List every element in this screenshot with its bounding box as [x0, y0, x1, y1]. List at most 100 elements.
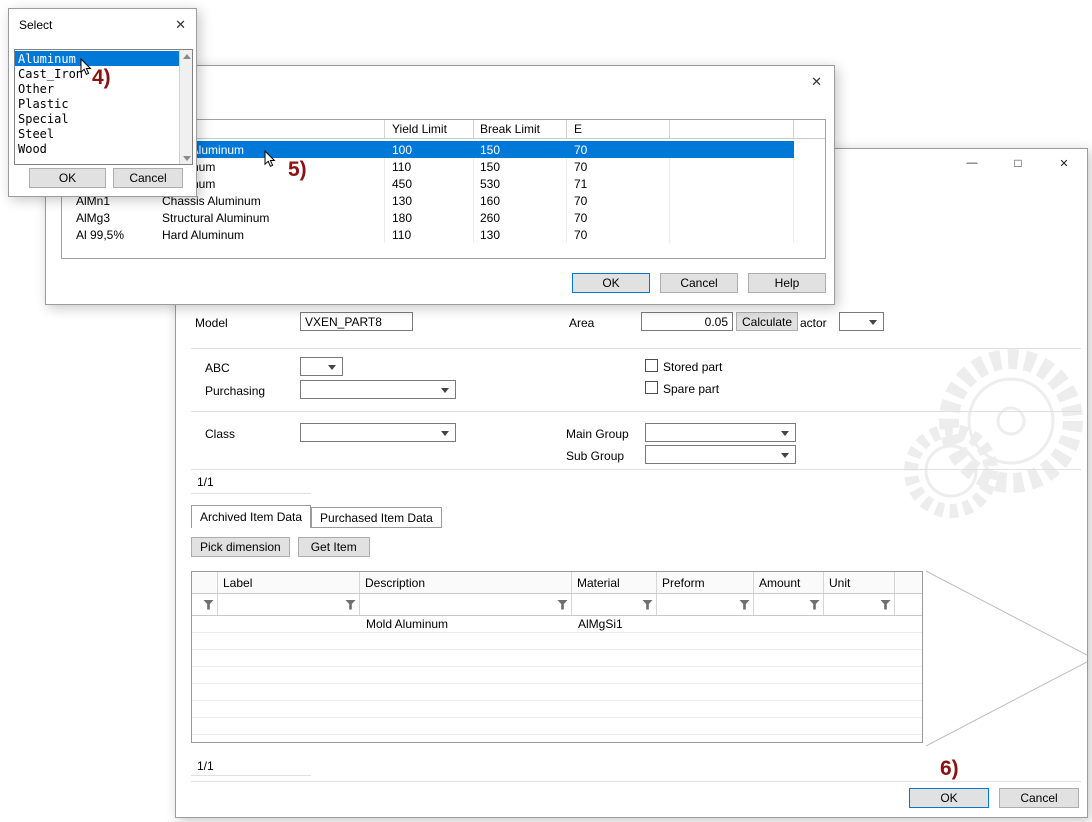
filter-icon[interactable]	[203, 600, 214, 610]
help-button[interactable]: Help	[748, 273, 826, 293]
empty-row	[192, 701, 922, 718]
cancel-button[interactable]: Cancel	[660, 273, 738, 293]
cell-description: Mold Aluminum	[360, 616, 572, 632]
close-icon[interactable]: ✕	[811, 74, 822, 90]
minimize-icon[interactable]: —	[949, 149, 995, 177]
list-item[interactable]: Plastic	[15, 96, 179, 111]
ok-button[interactable]: OK	[29, 168, 106, 188]
ok-button[interactable]: OK	[572, 273, 650, 293]
separator	[191, 348, 1081, 349]
gear-watermark	[876, 349, 1088, 534]
factor-combobox[interactable]	[839, 312, 884, 331]
cell-yield: 110	[385, 158, 474, 175]
filter-icon[interactable]	[809, 600, 820, 610]
factor-label: actor	[800, 315, 827, 331]
empty-row	[192, 650, 922, 667]
separator	[191, 411, 1081, 412]
item-actions: Pick dimension Get Item	[191, 537, 370, 557]
window-controls: — □ ✕	[949, 149, 1087, 177]
ok-button[interactable]: OK	[909, 788, 989, 808]
area-input[interactable]: 0.05	[641, 312, 733, 331]
abc-label: ABC	[205, 360, 230, 376]
column-header-yield-limit[interactable]: Yield Limit	[385, 120, 474, 138]
column-header-label[interactable]: Label	[218, 572, 360, 593]
cursor-icon	[264, 150, 277, 174]
pick-dimension-button[interactable]: Pick dimension	[191, 537, 290, 557]
close-icon[interactable]: ✕	[175, 17, 186, 33]
cell-e: 70	[567, 141, 670, 158]
column-header-extra[interactable]	[670, 120, 794, 138]
area-value: 0.05	[705, 315, 728, 329]
material-row[interactable]: Al 99,5% Hard Aluminum 110 130 70	[62, 226, 825, 243]
table-row[interactable]: Mold Aluminum AlMgSi1	[192, 616, 922, 633]
maximize-icon[interactable]: □	[995, 149, 1041, 177]
main-group-label: Main Group	[566, 426, 629, 442]
cell-yield: 130	[385, 192, 474, 209]
list-item[interactable]: Steel	[15, 126, 179, 141]
cell-code: Al 99,5%	[62, 226, 162, 243]
item-grid-filter-row	[192, 594, 922, 616]
separator	[191, 781, 1081, 782]
scrollbar[interactable]	[179, 50, 192, 164]
separator	[191, 493, 311, 494]
cell-name: Hard Aluminum	[162, 226, 385, 243]
cell-e: 70	[567, 209, 670, 226]
filter-icon[interactable]	[345, 600, 356, 610]
purchasing-combobox[interactable]	[300, 380, 456, 399]
list-item[interactable]: Special	[15, 111, 179, 126]
class-label: Class	[205, 426, 235, 442]
cell-yield: 110	[385, 226, 474, 243]
page-indicator-bottom: 1/1	[197, 759, 214, 773]
material-row[interactable]: AlMg3 Structural Aluminum 180 260 70	[62, 209, 825, 226]
empty-row	[192, 667, 922, 684]
stored-part-checkbox[interactable]	[645, 359, 658, 372]
sub-group-combobox[interactable]	[645, 445, 796, 464]
column-header-amount[interactable]: Amount	[754, 572, 824, 593]
cell-e: 70	[567, 192, 670, 209]
model-input[interactable]: VXEN_PART8	[300, 312, 413, 331]
cell-e: 70	[567, 158, 670, 175]
column-header-break-limit[interactable]: Break Limit	[474, 120, 567, 138]
cell-e: 70	[567, 226, 670, 243]
preview-placeholder	[926, 571, 1088, 746]
cancel-button[interactable]: Cancel	[113, 168, 183, 188]
cell-yield: 100	[385, 141, 474, 158]
filter-icon[interactable]	[739, 600, 750, 610]
scroll-down-icon[interactable]	[180, 152, 193, 164]
tab-purchased-item-data[interactable]: Purchased Item Data	[311, 507, 442, 528]
filter-icon[interactable]	[880, 600, 891, 610]
list-item[interactable]: Aluminum	[15, 51, 179, 66]
separator	[191, 469, 1081, 470]
cancel-button[interactable]: Cancel	[999, 788, 1079, 808]
list-item[interactable]: Wood	[15, 141, 179, 156]
step-4-annotation: 4)	[92, 66, 111, 90]
cell-extra	[670, 226, 794, 243]
column-header-filler	[895, 572, 922, 593]
scroll-up-icon[interactable]	[180, 50, 193, 62]
close-icon[interactable]: ✕	[1041, 149, 1087, 177]
filter-icon[interactable]	[557, 600, 568, 610]
stored-part-label: Stored part	[663, 359, 722, 375]
tab-strip: Archived Item Data Purchased Item Data	[191, 505, 442, 528]
get-item-button[interactable]: Get Item	[298, 537, 370, 557]
page-indicator-top: 1/1	[197, 475, 214, 489]
column-header-preform[interactable]: Preform	[657, 572, 754, 593]
column-header-description[interactable]: Description	[360, 572, 572, 593]
tab-archived-item-data[interactable]: Archived Item Data	[191, 505, 311, 528]
cell-extra	[670, 158, 794, 175]
column-header-e[interactable]: E	[567, 120, 670, 138]
cell-break: 530	[474, 175, 567, 192]
column-header-unit[interactable]: Unit	[824, 572, 895, 593]
cell-e: 71	[567, 175, 670, 192]
class-combobox[interactable]	[300, 423, 456, 442]
spare-part-checkbox[interactable]	[645, 381, 658, 394]
abc-combobox[interactable]	[300, 357, 343, 376]
spare-part-label: Spare part	[663, 381, 719, 397]
calculate-button[interactable]: Calculate	[736, 312, 798, 331]
filter-icon[interactable]	[642, 600, 653, 610]
column-header-material[interactable]: Material	[572, 572, 657, 593]
model-value: VXEN_PART8	[305, 315, 382, 329]
main-group-combobox[interactable]	[645, 423, 796, 442]
column-header-filler	[794, 120, 825, 138]
select-dialog: Select ✕ Aluminum Cast_Iron Other Plasti…	[8, 8, 197, 197]
